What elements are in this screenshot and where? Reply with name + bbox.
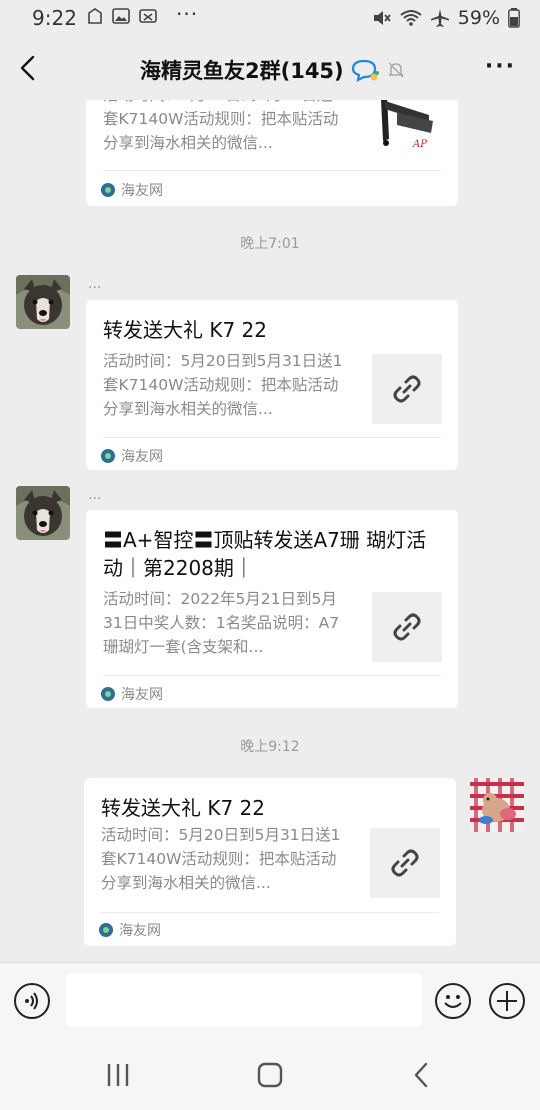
mute-icon <box>373 11 391 25</box>
back-arrow-icon[interactable] <box>16 54 40 82</box>
link-card[interactable]: 转发送大礼 K7 22 活动时间：5月20日到5月31日送1套K7140W活动规… <box>86 300 458 470</box>
source-name: 海友网 <box>119 923 161 939</box>
card-divider <box>103 170 441 171</box>
card-divider <box>103 437 441 438</box>
battery-percent: 59% <box>457 7 500 29</box>
sender-name: ... <box>88 276 102 292</box>
card-divider <box>101 912 439 913</box>
card-description: 活动时间：5月20日到5月31日送1套K7140W活动规则：把本贴活动分享到海水… <box>103 352 343 418</box>
source-logo-icon <box>101 687 115 701</box>
link-icon <box>391 849 419 877</box>
back-icon[interactable] <box>408 1062 436 1088</box>
card-description: 活动时间：2022年5月21日到5月31日中奖人数：1名奖品说明：A7珊瑚灯一套… <box>103 590 340 656</box>
emoji-button[interactable] <box>435 983 471 1019</box>
message-timestamp: 晚上9:12 <box>240 739 300 755</box>
link-thumbnail <box>372 592 442 662</box>
plus-icon <box>497 991 517 1011</box>
status-left-icons <box>86 7 158 25</box>
emoji-icon <box>444 995 462 1008</box>
card-source: 海友网 <box>99 920 161 940</box>
avatar[interactable] <box>16 275 70 329</box>
voice-icon <box>25 992 38 1010</box>
chat-title: 海精灵鱼友2群(145) <box>140 59 344 83</box>
status-bar: 9:22 ··· 59% <box>0 0 540 36</box>
status-right-icons: 59% <box>372 7 520 29</box>
status-time: 9:22 <box>32 6 77 30</box>
wifi-icon <box>400 10 422 26</box>
product-thumbnail: AP <box>372 100 442 160</box>
chat-title-group: 海精灵鱼友2群(145) <box>140 55 406 85</box>
mute-bell-icon <box>388 62 404 78</box>
link-card[interactable]: 转发送大礼 K7 22 活动时间：5月20日到5月31日送1套K7140W活动规… <box>84 778 456 946</box>
card-divider <box>103 675 441 676</box>
missed-call-icon <box>139 9 157 23</box>
card-title: 转发送大礼 K7 22 <box>101 796 266 820</box>
more-options-icon[interactable]: ··· <box>485 54 516 79</box>
chat-header: 海精灵鱼友2群(145) ··· <box>0 36 540 100</box>
source-logo-icon <box>101 449 115 463</box>
input-bar <box>0 962 540 1040</box>
recent-apps-icon[interactable] <box>104 1062 132 1088</box>
home-icon[interactable] <box>256 1062 284 1088</box>
gallery-icon <box>112 8 130 24</box>
svg-text:AP: AP <box>412 139 427 150</box>
link-thumbnail <box>372 354 442 424</box>
my-avatar[interactable] <box>470 778 524 832</box>
card-description: 活动时间：5月20日到5月31日送1套K7140W活动规则：把本贴活动分享到海水… <box>103 100 343 152</box>
source-logo-icon <box>99 923 113 937</box>
more-notifications-icon: ··· <box>176 2 199 26</box>
voice-input-button[interactable] <box>14 983 50 1019</box>
card-source: 海友网 <box>101 446 163 466</box>
sender-name: ... <box>88 487 102 503</box>
link-icon <box>393 375 421 403</box>
source-name: 海友网 <box>121 449 163 465</box>
airplane-mode-icon <box>430 9 449 27</box>
chat-bubble-icon <box>351 59 379 82</box>
link-card[interactable]: 〓A+智控〓顶贴转发送A7珊 瑚灯活动｜第2208期｜ 活动时间：2022年5月… <box>86 510 458 708</box>
source-name: 海友网 <box>121 183 163 199</box>
card-source: 海友网 <box>101 180 163 200</box>
source-name: 海友网 <box>121 687 163 703</box>
link-icon <box>393 613 421 641</box>
battery-icon <box>508 8 520 28</box>
card-title: 〓A+智控〓顶贴转发送A7珊 瑚灯活动｜第2208期｜ <box>103 528 427 580</box>
card-title: 转发送大礼 K7 22 <box>103 318 268 342</box>
notification-icon <box>88 8 102 24</box>
chat-area[interactable]: 活动时间：5月20日到5月31日送1套K7140W活动规则：把本贴活动分享到海水… <box>0 100 540 962</box>
card-description: 活动时间：5月20日到5月31日送1套K7140W活动规则：把本贴活动分享到海水… <box>101 826 341 892</box>
more-functions-button[interactable] <box>489 983 525 1019</box>
avatar[interactable] <box>16 486 70 540</box>
message-timestamp: 晚上7:01 <box>240 236 300 252</box>
link-thumbnail <box>370 828 440 898</box>
source-logo-icon <box>101 183 115 197</box>
card-source: 海友网 <box>101 684 163 704</box>
system-navigation-bar <box>0 1040 540 1110</box>
link-card[interactable]: 活动时间：5月20日到5月31日送1套K7140W活动规则：把本贴活动分享到海水… <box>86 100 458 206</box>
message-input[interactable] <box>66 973 422 1027</box>
